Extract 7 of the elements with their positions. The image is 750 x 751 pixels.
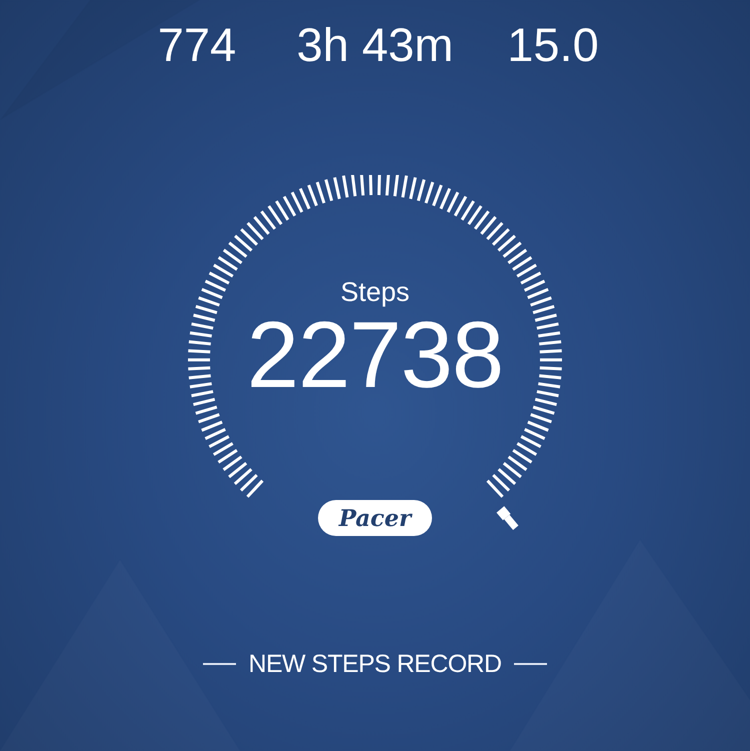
steps-label: Steps bbox=[340, 276, 410, 309]
brand-logo: Pacer bbox=[318, 500, 432, 536]
stat-value: 15.0 bbox=[507, 17, 599, 73]
gauge-marker bbox=[496, 506, 518, 530]
stat-value: 774 bbox=[158, 17, 236, 73]
record-title: NEW STEPS RECORD bbox=[248, 649, 502, 680]
stat-value: 3h 43m bbox=[296, 17, 454, 73]
